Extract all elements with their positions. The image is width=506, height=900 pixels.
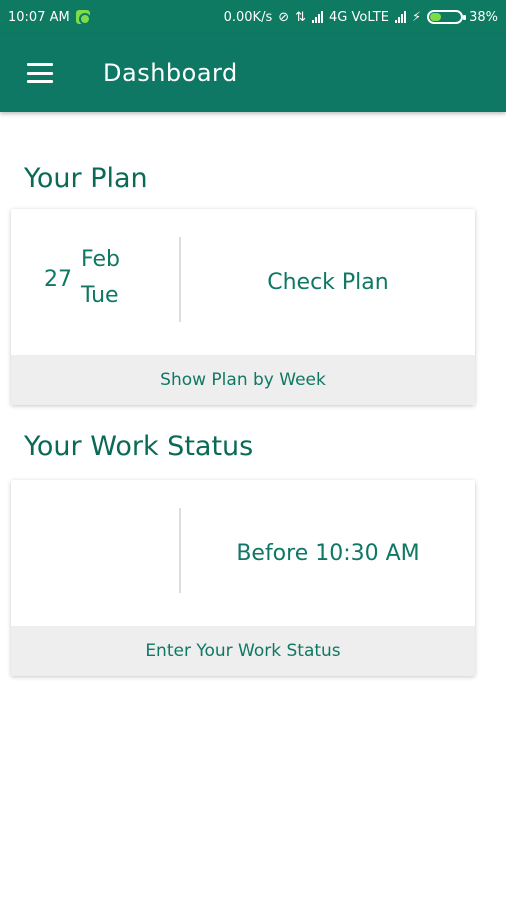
plan-card: 27 Feb Tue Check Plan Show Plan by Week bbox=[11, 209, 475, 405]
battery-icon bbox=[427, 10, 467, 24]
work-status-section-title: Your Work Status bbox=[24, 431, 254, 462]
work-status-card-body: Before 10:30 AM bbox=[11, 480, 475, 626]
data-transfer-icon: ⇅ bbox=[295, 9, 307, 25]
plan-date-month: Feb bbox=[81, 247, 120, 272]
status-bar: 10:07 AM 0.00K/s ⊘ ⇅ 4G VoLTE ⚡ 38% bbox=[0, 0, 506, 34]
battery-fill bbox=[430, 13, 442, 21]
hamburger-menu-icon[interactable] bbox=[27, 63, 53, 83]
app-bar: Dashboard bbox=[0, 34, 506, 112]
charging-icon: ⚡ bbox=[411, 9, 422, 25]
status-time: 10:07 AM bbox=[8, 9, 70, 25]
signal-icon bbox=[312, 11, 324, 23]
check-plan-button[interactable]: Check Plan bbox=[181, 209, 475, 355]
work-status-deadline[interactable]: Before 10:30 AM bbox=[181, 480, 475, 626]
app-notification-icon bbox=[75, 10, 91, 25]
signal-icon-2 bbox=[394, 11, 406, 23]
alarm-off-icon: ⊘ bbox=[278, 9, 290, 25]
network-type: 4G VoLTE bbox=[329, 9, 389, 25]
enter-work-status-button[interactable]: Enter Your Work Status bbox=[11, 626, 475, 676]
page-title: Dashboard bbox=[103, 59, 238, 87]
network-speed: 0.00K/s bbox=[223, 9, 273, 25]
plan-section-title: Your Plan bbox=[24, 163, 148, 194]
battery-percent: 38% bbox=[469, 9, 498, 25]
plan-date-weekday: Tue bbox=[81, 283, 119, 308]
work-status-card: Before 10:30 AM Enter Your Work Status bbox=[11, 480, 475, 676]
status-bar-right: 0.00K/s ⊘ ⇅ 4G VoLTE ⚡ 38% bbox=[224, 10, 498, 25]
plan-card-body: 27 Feb Tue Check Plan bbox=[11, 209, 475, 355]
status-bar-left: 10:07 AM bbox=[8, 9, 91, 25]
show-plan-by-week-button[interactable]: Show Plan by Week bbox=[11, 355, 475, 405]
plan-date-day: 27 bbox=[44, 267, 72, 292]
